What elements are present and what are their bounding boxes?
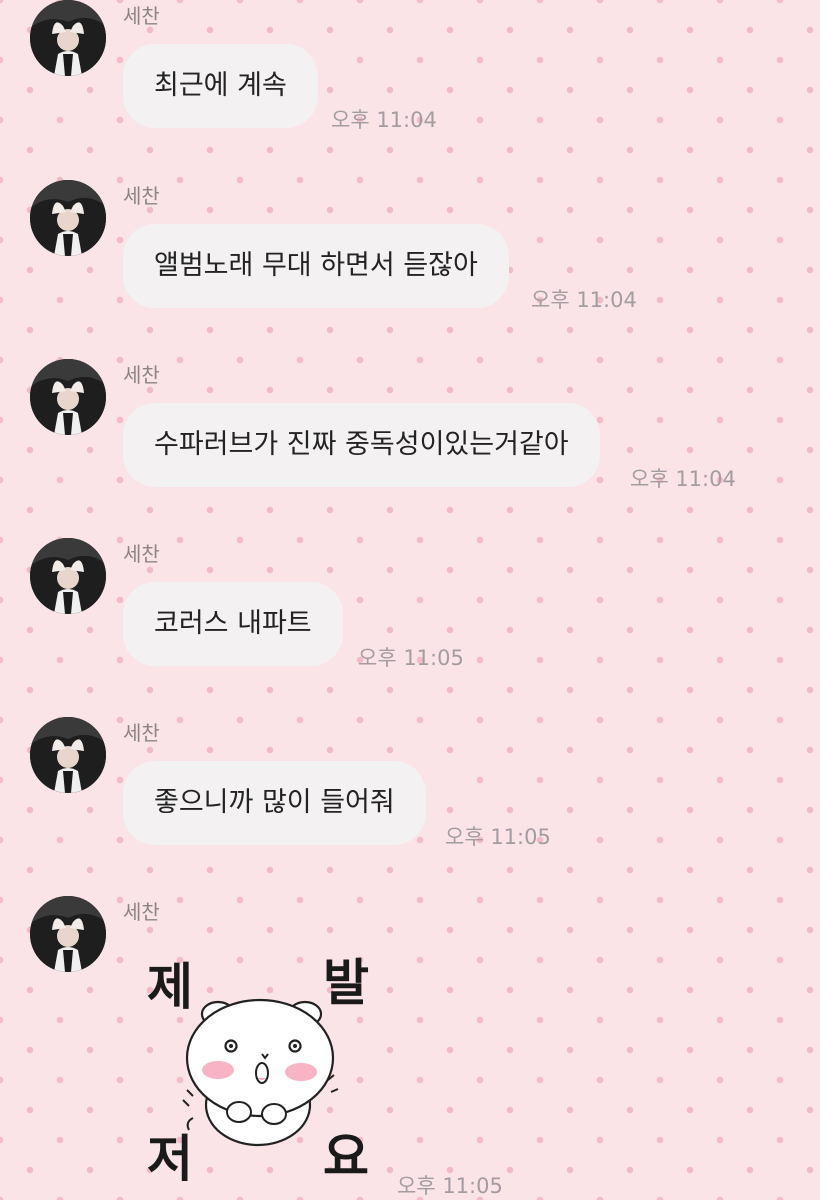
message-timestamp: 오후 11:05 bbox=[358, 646, 464, 670]
message-row: 세찬 수파러브가 진짜 중독성이있는거같아 오후 11:04 bbox=[0, 359, 820, 529]
message-row: 세찬 코러스 내파트 오후 11:05 bbox=[0, 538, 820, 708]
profile-photo-icon bbox=[30, 717, 106, 793]
message-bubble[interactable]: 좋으니까 많이 들어줘 bbox=[123, 761, 426, 845]
profile-photo-icon bbox=[30, 180, 106, 256]
chat-area[interactable]: 세찬 최근에 계속 오후 11:04 세찬 앨범노래 무대 하면서 듣잖아 오후… bbox=[0, 0, 820, 1199]
avatar[interactable] bbox=[30, 896, 106, 972]
sticker-text: 저 bbox=[147, 1130, 193, 1188]
avatar[interactable] bbox=[30, 180, 106, 256]
profile-photo-icon bbox=[30, 538, 106, 614]
profile-photo-icon bbox=[30, 896, 106, 972]
avatar[interactable] bbox=[30, 359, 106, 435]
message-bubble[interactable]: 최근에 계속 bbox=[123, 44, 318, 128]
message-timestamp: 오후 11:05 bbox=[445, 825, 551, 849]
message-row: 세찬 앨범노래 무대 하면서 듣잖아 오후 11:04 bbox=[0, 180, 820, 350]
sticker-text: 요 bbox=[323, 1128, 369, 1186]
sticker-text: 제 bbox=[147, 958, 193, 1016]
sticker-text: 발 bbox=[323, 954, 369, 1012]
sender-name: 세찬 bbox=[123, 184, 160, 208]
profile-photo-icon bbox=[30, 359, 106, 435]
sender-name: 세찬 bbox=[123, 900, 160, 924]
message-bubble[interactable]: 수파러브가 진짜 중독성이있는거같아 bbox=[123, 403, 600, 487]
avatar[interactable] bbox=[30, 717, 106, 793]
profile-photo-icon bbox=[30, 0, 106, 76]
sticker[interactable]: 제 발 저 요 bbox=[123, 940, 383, 1190]
message-row: 세찬 최근에 계속 오후 11:04 bbox=[0, 0, 820, 170]
sender-name: 세찬 bbox=[123, 721, 160, 745]
sender-name: 세찬 bbox=[123, 4, 160, 28]
message-row: 세찬 좋으니까 많이 들어줘 오후 11:05 bbox=[0, 717, 820, 887]
message-timestamp: 오후 11:05 bbox=[397, 1174, 503, 1198]
avatar[interactable] bbox=[30, 538, 106, 614]
message-timestamp: 오후 11:04 bbox=[531, 288, 637, 312]
message-bubble[interactable]: 코러스 내파트 bbox=[123, 582, 343, 666]
message-bubble[interactable]: 앨범노래 무대 하면서 듣잖아 bbox=[123, 224, 509, 308]
sender-name: 세찬 bbox=[123, 542, 160, 566]
message-timestamp: 오후 11:04 bbox=[630, 467, 736, 491]
message-timestamp: 오후 11:04 bbox=[331, 108, 437, 132]
avatar[interactable] bbox=[30, 0, 106, 76]
sender-name: 세찬 bbox=[123, 363, 160, 387]
